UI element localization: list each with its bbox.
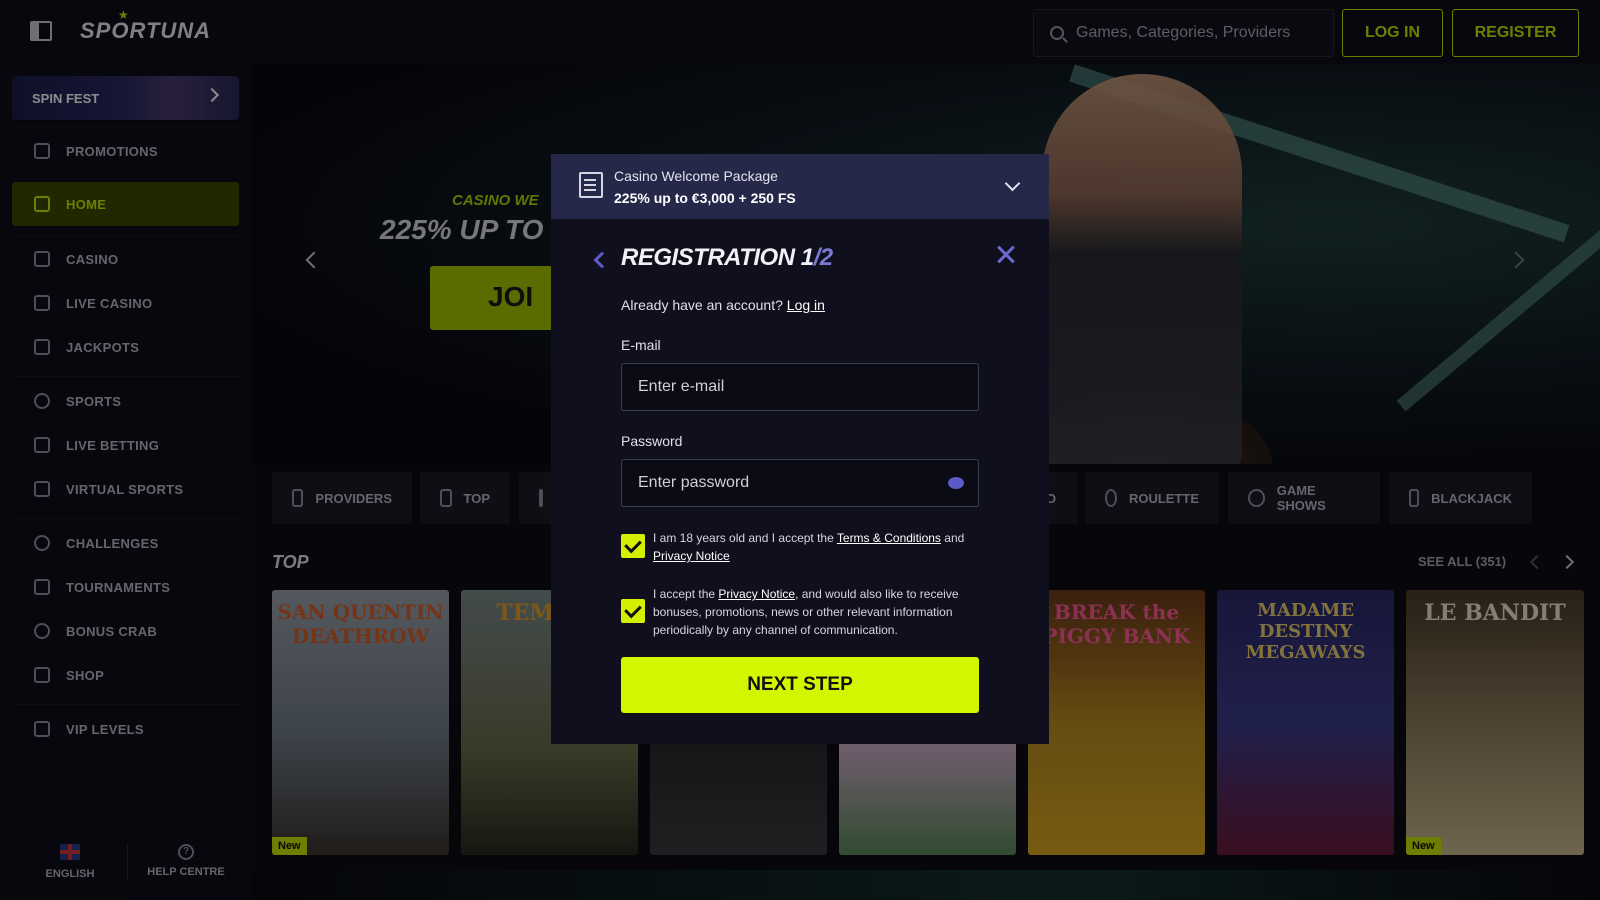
show-password-icon[interactable] — [948, 477, 964, 489]
login-link[interactable]: Log in — [787, 297, 825, 313]
age-terms-checkbox[interactable] — [621, 534, 645, 558]
email-label: E-mail — [621, 337, 661, 353]
password-label: Password — [621, 433, 683, 449]
registration-title: REGISTRATION 1/2 — [621, 244, 833, 272]
consent1-text-a: I am 18 years old and I accept the — [653, 531, 837, 545]
consent1-text-b: and — [940, 531, 965, 545]
age-terms-text: I am 18 years old and I accept the Terms… — [653, 529, 983, 565]
registration-step: /2 — [813, 244, 834, 271]
privacy-notice-link[interactable]: Privacy Notice — [718, 587, 795, 601]
close-icon[interactable] — [995, 244, 1017, 266]
promo-offer: 225% up to €3,000 + 250 FS — [614, 190, 796, 206]
terms-link[interactable]: Terms & Conditions — [837, 531, 941, 545]
back-arrow-icon[interactable] — [593, 251, 611, 269]
password-field[interactable] — [621, 459, 979, 507]
registration-modal: Casino Welcome Package 225% up to €3,000… — [551, 154, 1049, 744]
privacy-notice-link[interactable]: Privacy Notice — [653, 549, 730, 563]
registration-title-text: REGISTRATION 1 — [621, 244, 814, 271]
welcome-package-dropdown[interactable]: Casino Welcome Package 225% up to €3,000… — [551, 154, 1049, 219]
login-prompt-text: Already have an account? — [621, 297, 783, 313]
consent2-text-a: I accept the — [653, 587, 719, 601]
marketing-checkbox[interactable] — [621, 599, 645, 623]
bonus-card-icon — [579, 172, 603, 198]
login-prompt: Already have an account? Log in — [621, 297, 825, 313]
marketing-text: I accept the Privacy Notice, and would a… — [653, 585, 983, 639]
email-field[interactable] — [621, 363, 979, 411]
next-step-button[interactable]: NEXT STEP — [621, 657, 979, 713]
promo-title: Casino Welcome Package — [614, 168, 778, 184]
chevron-down-icon[interactable] — [1004, 175, 1021, 192]
